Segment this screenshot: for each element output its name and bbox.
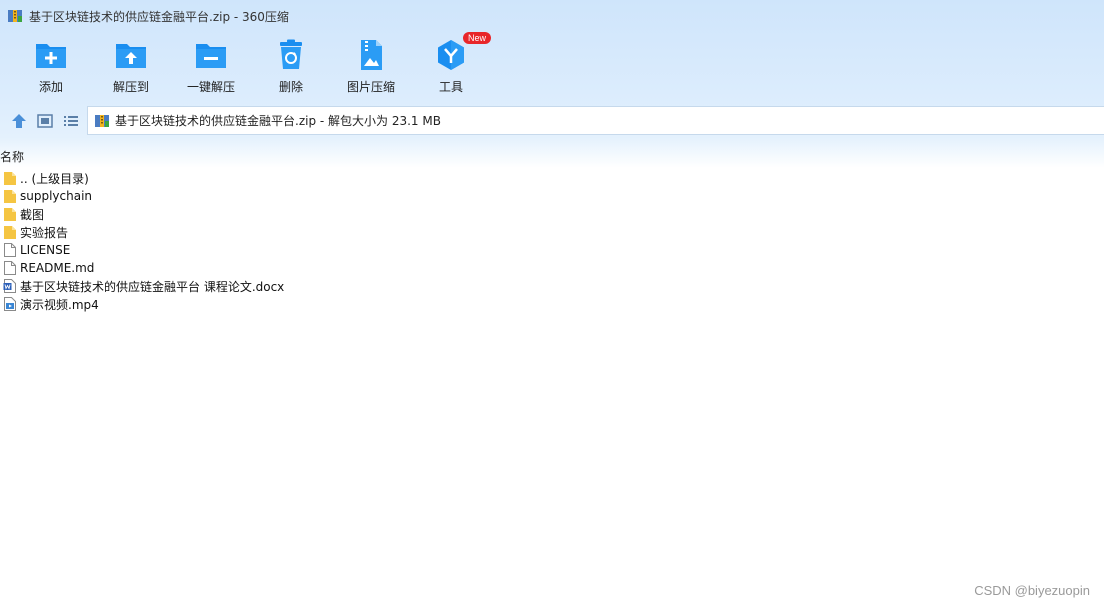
thumbnail-view-icon[interactable] bbox=[36, 112, 54, 130]
video-file-icon bbox=[4, 297, 16, 311]
list-item[interactable]: LICENSE bbox=[3, 241, 284, 259]
add-button[interactable]: 添加 bbox=[11, 36, 91, 98]
file-name: 实验报告 bbox=[20, 225, 69, 240]
folder-icon bbox=[4, 226, 16, 239]
tools-label: 工具 bbox=[438, 80, 463, 94]
one-click-extract-button[interactable]: 一键解压 bbox=[171, 36, 251, 98]
archive-path-text: 基于区块链技术的供应链金融平台.zip - 解包大小为 23.1 MB bbox=[115, 114, 441, 128]
tools-button[interactable]: New 工具 bbox=[411, 32, 492, 98]
list-item[interactable]: 基于区块链技术的供应链金融平台 课程论文.docx bbox=[3, 277, 284, 295]
file-name: .. (上级目录) bbox=[20, 171, 89, 186]
extract-to-label: 解压到 bbox=[112, 80, 149, 94]
title-bar: 基于区块链技术的供应链金融平台.zip - 360压缩 bbox=[0, 0, 1104, 32]
extract-to-button[interactable]: 解压到 bbox=[91, 36, 171, 98]
column-header-name[interactable]: 名称 bbox=[0, 148, 24, 165]
file-name: 截图 bbox=[20, 207, 45, 222]
file-name: LICENSE bbox=[20, 243, 71, 257]
folder-icon bbox=[4, 172, 16, 185]
list-item[interactable]: 实验报告 bbox=[3, 223, 284, 241]
hexagon-tools-icon bbox=[438, 40, 464, 70]
watermark: CSDN @biyezuopin bbox=[974, 583, 1090, 598]
zip-archive-icon bbox=[8, 10, 22, 22]
delete-label: 删除 bbox=[278, 80, 303, 94]
word-document-icon bbox=[3, 279, 16, 293]
add-label: 添加 bbox=[38, 80, 63, 94]
one-click-extract-label: 一键解压 bbox=[186, 80, 235, 94]
folder-icon bbox=[4, 208, 16, 221]
list-item[interactable]: supplychain bbox=[3, 187, 284, 205]
image-compress-label: 图片压缩 bbox=[346, 80, 395, 94]
file-name: README.md bbox=[20, 261, 95, 275]
file-name: supplychain bbox=[20, 189, 93, 203]
folder-plus-icon bbox=[36, 44, 66, 68]
blank-file-icon bbox=[4, 261, 16, 275]
window-chrome: 基于区块链技术的供应链金融平台.zip - 360压缩 添加 解压到 一键解压 … bbox=[0, 0, 1104, 168]
list-item[interactable]: .. (上级目录) bbox=[3, 169, 284, 187]
file-list: .. (上级目录) supplychain 截图 实验报告 LICENSE RE… bbox=[3, 169, 284, 313]
zip-archive-icon bbox=[95, 114, 109, 127]
delete-button[interactable]: 删除 bbox=[251, 36, 331, 98]
image-compress-button[interactable]: 图片压缩 bbox=[331, 36, 411, 98]
arrow-up-icon[interactable] bbox=[10, 112, 28, 130]
list-item[interactable]: 截图 bbox=[3, 205, 284, 223]
list-item[interactable]: README.md bbox=[3, 259, 284, 277]
blank-file-icon bbox=[4, 243, 16, 257]
list-view-icon[interactable] bbox=[62, 112, 80, 130]
navigation-row: 基于区块链技术的供应链金融平台.zip - 解包大小为 23.1 MB bbox=[0, 106, 1104, 136]
folder-upload-icon bbox=[116, 44, 146, 68]
folder-icon bbox=[4, 190, 16, 203]
new-badge: New bbox=[463, 32, 492, 44]
file-name: 基于区块链技术的供应链金融平台 课程论文.docx bbox=[20, 279, 285, 294]
file-name: 演示视频.mp4 bbox=[20, 297, 99, 312]
recycle-bin-icon bbox=[280, 39, 302, 69]
toolbar: 添加 解压到 一键解压 删除 图片压缩 New 工具 bbox=[0, 32, 492, 98]
window-title: 基于区块链技术的供应链金融平台.zip - 360压缩 bbox=[29, 9, 289, 24]
image-zip-icon bbox=[361, 40, 382, 70]
list-item[interactable]: 演示视频.mp4 bbox=[3, 295, 284, 313]
folder-minus-icon bbox=[196, 44, 226, 68]
address-bar[interactable]: 基于区块链技术的供应链金融平台.zip - 解包大小为 23.1 MB bbox=[87, 106, 1104, 135]
